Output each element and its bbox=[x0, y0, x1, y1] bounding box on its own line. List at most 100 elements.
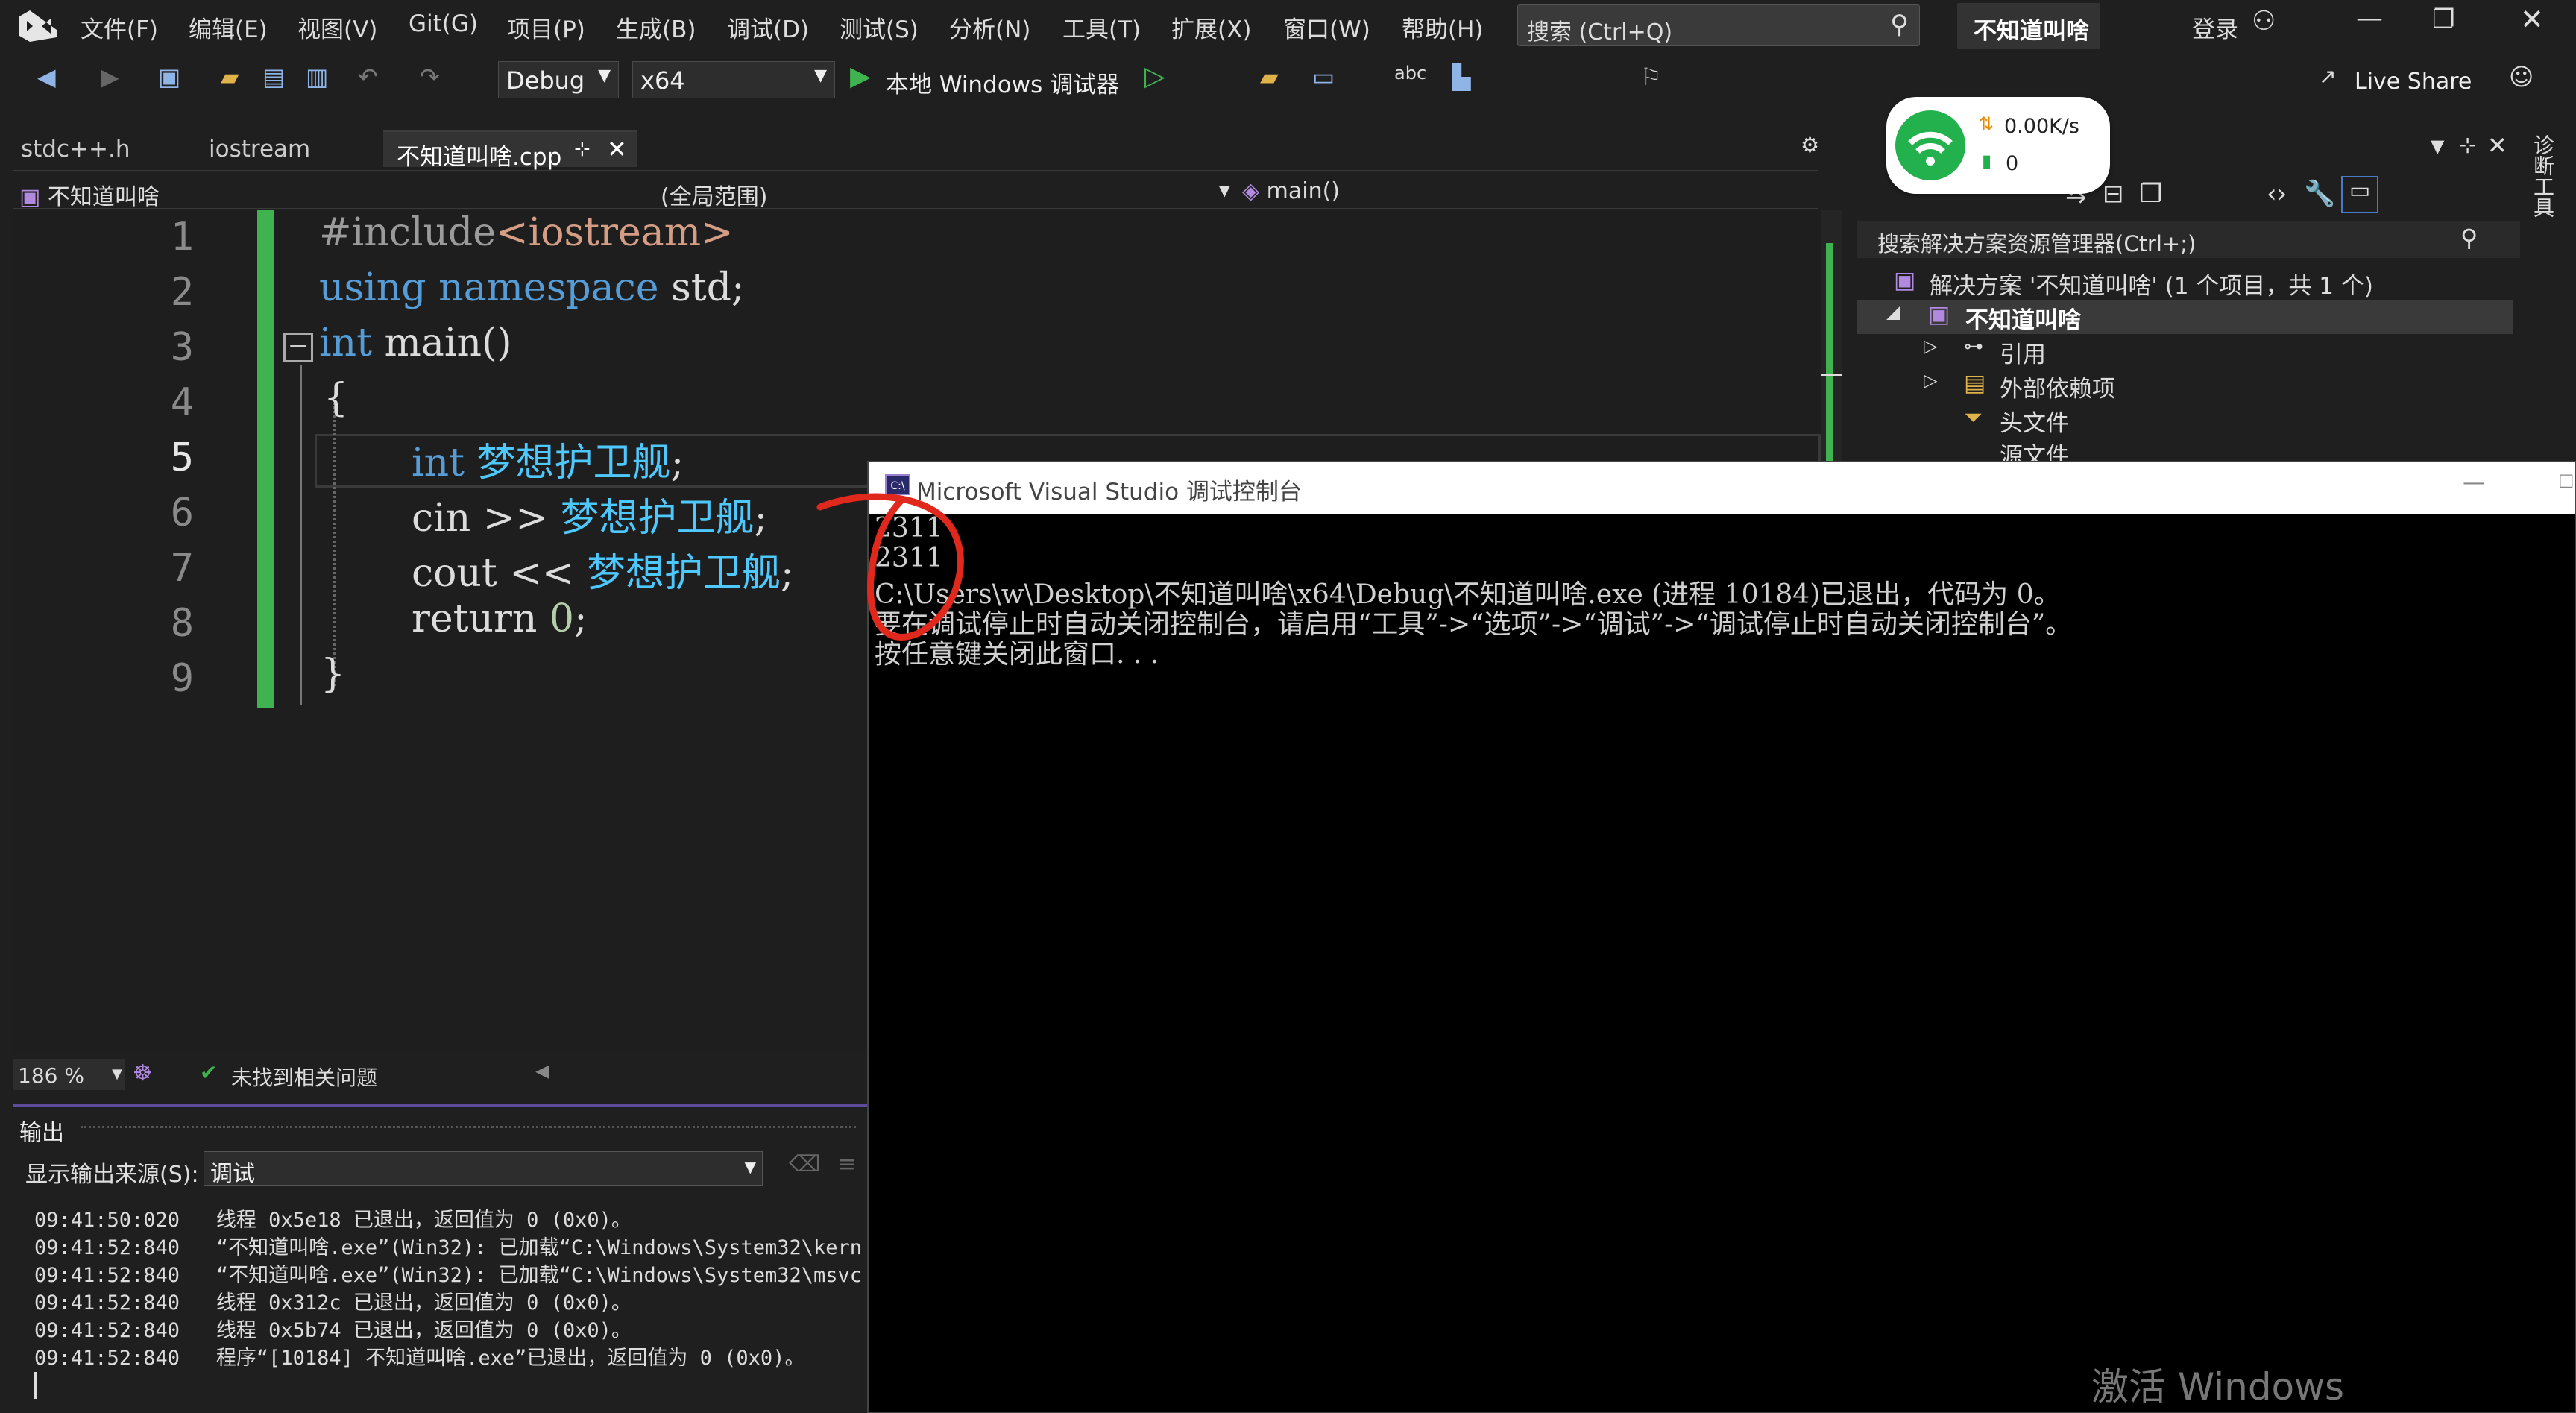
minimize-icon[interactable]: — bbox=[2463, 470, 2485, 496]
menu-test[interactable]: 测试(S) bbox=[840, 10, 919, 44]
project-dropdown[interactable]: ▣ 不知道叫啥 bbox=[13, 174, 610, 210]
scope-dropdown-value: (全局范围) bbox=[661, 184, 768, 210]
tab-main-cpp[interactable]: 不知道叫啥.cpp ⊹ ✕ bbox=[383, 130, 637, 171]
window-layout-icon[interactable]: ▭ bbox=[1312, 63, 1335, 91]
start-without-debug-icon[interactable]: ▷ bbox=[1144, 61, 1165, 92]
forward-icon[interactable]: ▶ bbox=[101, 63, 119, 91]
collapse-all-icon[interactable]: ⊟ bbox=[2103, 179, 2124, 209]
member-dropdown-value: main() bbox=[1266, 178, 1340, 204]
preview-icon[interactable]: ▭ bbox=[2341, 176, 2378, 213]
tab-iostream[interactable]: iostream bbox=[195, 130, 382, 167]
battery-icon: ▮ bbox=[1982, 151, 1992, 171]
bookmark-icon[interactable]: ⚐ bbox=[1640, 63, 1662, 91]
scroll-left-icon[interactable]: ◀ bbox=[535, 1060, 549, 1081]
zoom-select[interactable]: 186 % ▼ bbox=[13, 1059, 125, 1090]
settings-icon[interactable]: ⚙ bbox=[1801, 133, 1819, 157]
menu-view[interactable]: 视图(V) bbox=[297, 10, 377, 44]
chevron-down-icon: ▼ bbox=[1218, 181, 1230, 199]
folder-icon[interactable]: ▰ bbox=[1260, 63, 1279, 91]
close-icon[interactable]: ✕ bbox=[2520, 3, 2544, 36]
expand-icon[interactable]: ◢ bbox=[1886, 301, 1900, 322]
tree-item-source-files[interactable]: 源文件 bbox=[2000, 437, 2069, 461]
restore-icon[interactable]: ❐ bbox=[2432, 4, 2454, 34]
menu-tools[interactable]: 工具(T) bbox=[1062, 10, 1141, 44]
feedback-icon[interactable]: ☺ bbox=[2509, 63, 2534, 91]
output-line: 09:41:52:840 线程 0x312c 已退出，返回值为 0 (0x0)。 bbox=[34, 1291, 632, 1315]
pin-icon[interactable]: ⊹ bbox=[2459, 133, 2476, 157]
code-token: #include bbox=[319, 210, 496, 255]
tab-stdcpp-h[interactable]: stdc++.h bbox=[7, 130, 194, 167]
expand-icon[interactable]: ▷ bbox=[1924, 336, 1937, 356]
menu-debug[interactable]: 调试(D) bbox=[727, 10, 809, 44]
minimize-icon[interactable]: — bbox=[2356, 3, 2383, 34]
save-all-icon[interactable]: ▥ bbox=[306, 63, 328, 91]
menu-window[interactable]: 窗口(W) bbox=[1283, 10, 1370, 44]
menu-help[interactable]: 帮助(H) bbox=[1402, 10, 1484, 44]
word-wrap-icon[interactable]: ≡ bbox=[837, 1151, 856, 1177]
intellicode-icon[interactable]: ☸ bbox=[133, 1060, 153, 1086]
menu-git[interactable]: Git(G) bbox=[409, 10, 478, 37]
view-code-icon[interactable]: ‹› bbox=[2267, 179, 2287, 209]
menu-project[interactable]: 项目(P) bbox=[507, 10, 585, 44]
maximize-icon[interactable]: ☐ bbox=[2558, 471, 2575, 492]
login-link[interactable]: 登录 bbox=[2192, 10, 2238, 44]
expand-icon[interactable]: ▷ bbox=[1924, 370, 1937, 391]
properties-icon[interactable]: 🔧 bbox=[2304, 179, 2335, 209]
code-token: 梦想护卫舰 bbox=[587, 551, 781, 596]
tree-item-external-deps[interactable]: 外部依赖项 bbox=[2000, 370, 2115, 403]
tree-item-solution[interactable]: 解决方案 '不知道叫啥' (1 个项目，共 1 个) bbox=[1930, 267, 2373, 300]
menu-edit[interactable]: 编辑(E) bbox=[189, 10, 268, 44]
search-icon: ⚲ bbox=[1890, 10, 1909, 40]
back-icon[interactable]: ◀ bbox=[37, 63, 56, 91]
show-all-files-icon[interactable]: ❐ bbox=[2140, 179, 2162, 209]
spell-check-icon[interactable]: abc bbox=[1394, 63, 1426, 84]
configuration-select[interactable]: Debug ▼ bbox=[498, 61, 619, 98]
menu-build[interactable]: 生成(B) bbox=[616, 10, 696, 44]
diagnostics-tab[interactable]: 诊断工具 bbox=[2531, 134, 2557, 218]
new-item-icon[interactable]: ▣ bbox=[158, 63, 180, 91]
start-debug-icon[interactable]: ▶ bbox=[850, 61, 871, 92]
scope-dropdown[interactable]: (全局范围) ▼ bbox=[655, 174, 1236, 210]
pin-icon[interactable]: ⊹ bbox=[574, 138, 591, 160]
code-token: cout << bbox=[412, 551, 588, 596]
menu-extensions[interactable]: 扩展(X) bbox=[1171, 10, 1251, 44]
solution-search-input[interactable]: 搜索解决方案资源管理器(Ctrl+;) ⚲ bbox=[1857, 221, 2520, 258]
close-tab-icon[interactable]: ✕ bbox=[607, 135, 627, 163]
tree-item-project[interactable]: 不知道叫啥 bbox=[1965, 301, 2081, 335]
tree-item-references[interactable]: 引用 bbox=[2000, 336, 2046, 369]
toolbar: ◀ ▶ ▣ ▰ ▤ ▥ ↶ ↷ Debug ▼ x64 ▼ ▶ 本地 Windows… bbox=[0, 52, 2576, 110]
line-number: 2 bbox=[170, 270, 194, 315]
member-dropdown[interactable]: ◈ main() bbox=[1236, 174, 1833, 207]
navigation-bar: ▣ 不知道叫啥 (全局范围) ▼ ◈ main() bbox=[13, 170, 1818, 210]
debug-console-window[interactable]: C:\ Microsoft Visual Studio 调试控制台 — ☐ 23… bbox=[867, 461, 2576, 1413]
share-icon[interactable]: ↗ bbox=[2319, 64, 2336, 89]
chevron-down-icon[interactable]: ▼ bbox=[2431, 136, 2444, 157]
tree-selected-row bbox=[1857, 300, 2513, 334]
clear-output-icon[interactable]: ⌫ bbox=[789, 1151, 820, 1177]
tree-item-header-files[interactable]: 头文件 bbox=[2000, 404, 2069, 438]
live-share-button[interactable]: Live Share bbox=[2355, 69, 2472, 95]
menu-file[interactable]: 文件(F) bbox=[81, 10, 158, 44]
open-folder-icon[interactable]: ▰ bbox=[221, 63, 239, 91]
output-source-select[interactable]: 调试 ▼ bbox=[204, 1151, 763, 1187]
document-tabs: stdc++.h iostream 不知道叫啥.cpp ⊹ ✕ ⚙ bbox=[0, 125, 1842, 171]
line-number: 1 bbox=[170, 215, 194, 259]
close-panel-icon[interactable]: ✕ bbox=[2487, 131, 2507, 160]
search-input[interactable]: 搜索 (Ctrl+Q) ⚲ bbox=[1517, 4, 1920, 46]
account-icon[interactable]: ⚇ bbox=[2252, 6, 2276, 37]
menu-analyze[interactable]: 分析(N) bbox=[949, 10, 1030, 44]
code-line: int 梦想护卫舰; bbox=[412, 431, 684, 487]
run-target-button[interactable]: 本地 Windows 调试器 bbox=[886, 66, 1119, 99]
platform-select[interactable]: x64 ▼ bbox=[632, 61, 835, 98]
undo-icon[interactable]: ↶ bbox=[358, 63, 378, 91]
comment-icon[interactable]: ▙ bbox=[1452, 63, 1471, 91]
code-token: using bbox=[319, 265, 426, 310]
line-number: 7 bbox=[170, 546, 194, 591]
save-icon[interactable]: ▤ bbox=[262, 63, 285, 91]
collapse-icon[interactable]: − bbox=[283, 333, 313, 362]
configuration-value: Debug bbox=[506, 66, 585, 95]
redo-icon[interactable]: ↷ bbox=[420, 63, 440, 91]
code-token: namespace bbox=[438, 265, 659, 310]
code-line: { bbox=[324, 376, 348, 421]
issues-status[interactable]: 未找到相关问题 bbox=[231, 1062, 377, 1092]
